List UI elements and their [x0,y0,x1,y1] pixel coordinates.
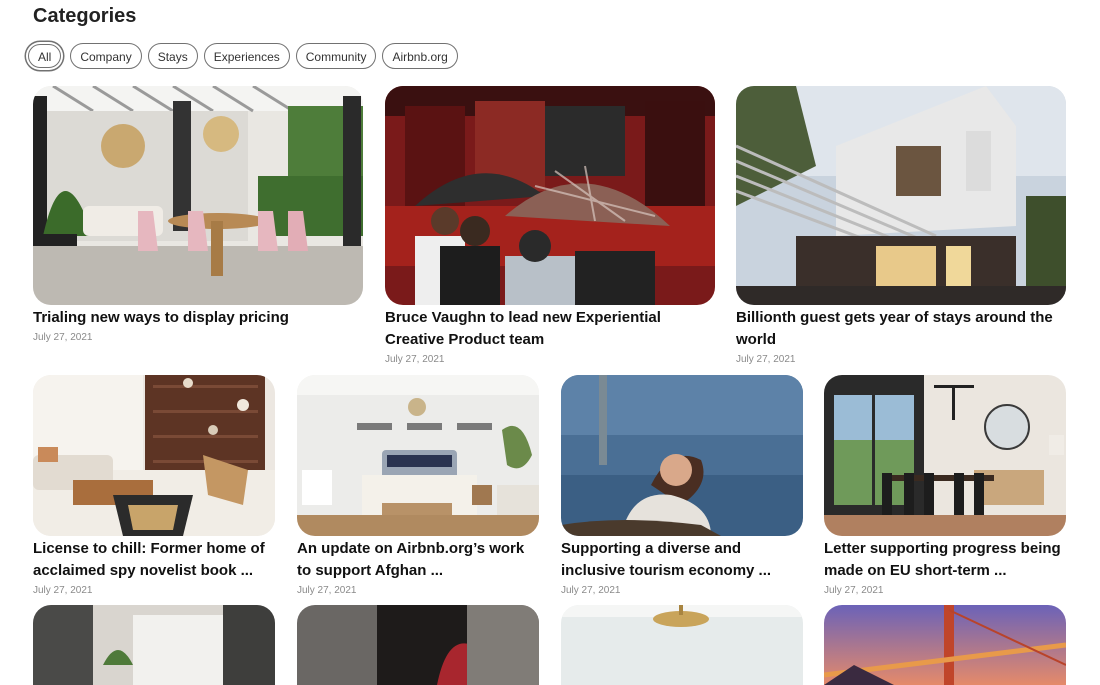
article-card[interactable] [33,605,275,685]
filter-chip-airbnb-org[interactable]: Airbnb.org [382,43,458,69]
filter-chip-all[interactable]: All [28,44,62,68]
article-image-modern-house[interactable] [736,86,1066,305]
article-image-woman-by-water[interactable] [561,375,803,536]
article-image-golden-gate-bridge[interactable] [824,605,1066,685]
article-card[interactable]: Supporting a diverse and inclusive touri… [561,375,803,596]
article-image-tram-umbrellas[interactable] [385,86,715,305]
filter-chip-experiences[interactable]: Experiences [203,43,290,69]
filter-chip-community[interactable]: Community [295,43,377,69]
article-date: July 27, 2021 [561,585,621,596]
article-title[interactable]: Bruce Vaughn to lead new Experiential Cr… [385,307,715,351]
article-title[interactable]: Supporting a diverse and inclusive touri… [561,538,803,582]
article-card[interactable]: An update on Airbnb.org’s work to suppor… [297,375,539,596]
article-card[interactable]: License to chill: Former home of acclaim… [33,375,275,596]
article-card[interactable]: Bruce Vaughn to lead new Experiential Cr… [385,86,715,365]
article-card[interactable]: Letter supporting progress being made on… [824,375,1066,596]
article-image-stone-doorway[interactable] [297,605,539,685]
article-card[interactable] [297,605,539,685]
article-image-dining-room[interactable] [824,375,1066,536]
article-date: July 27, 2021 [297,585,357,596]
article-card[interactable]: Billionth guest gets year of stays aroun… [736,86,1066,365]
article-date: July 27, 2021 [736,354,796,365]
article-image-chandelier-room[interactable] [561,605,803,685]
article-card[interactable] [824,605,1066,685]
category-filter-bar: All Company Stays Experiences Community … [25,43,458,69]
filter-chip-company[interactable]: Company [70,43,142,69]
article-title[interactable]: An update on Airbnb.org’s work to suppor… [297,538,539,582]
article-card[interactable]: Trialing new ways to display pricing Jul… [33,86,363,343]
article-date: July 27, 2021 [385,354,445,365]
article-title[interactable]: Billionth guest gets year of stays aroun… [736,307,1066,351]
article-image-living-room[interactable] [33,375,275,536]
article-title[interactable]: Letter supporting progress being made on… [824,538,1066,582]
article-date: July 27, 2021 [33,585,93,596]
article-image-patio[interactable] [33,86,363,305]
page-title: Categories [33,5,137,27]
article-title[interactable]: License to chill: Former home of acclaim… [33,538,275,582]
article-image-interior-doorway[interactable] [33,605,275,685]
article-date: July 27, 2021 [33,332,93,343]
filter-chip-stays[interactable]: Stays [147,43,198,69]
article-card[interactable] [561,605,803,685]
article-title[interactable]: Trialing new ways to display pricing [33,307,363,329]
article-date: July 27, 2021 [824,585,884,596]
article-image-bedroom[interactable] [297,375,539,536]
